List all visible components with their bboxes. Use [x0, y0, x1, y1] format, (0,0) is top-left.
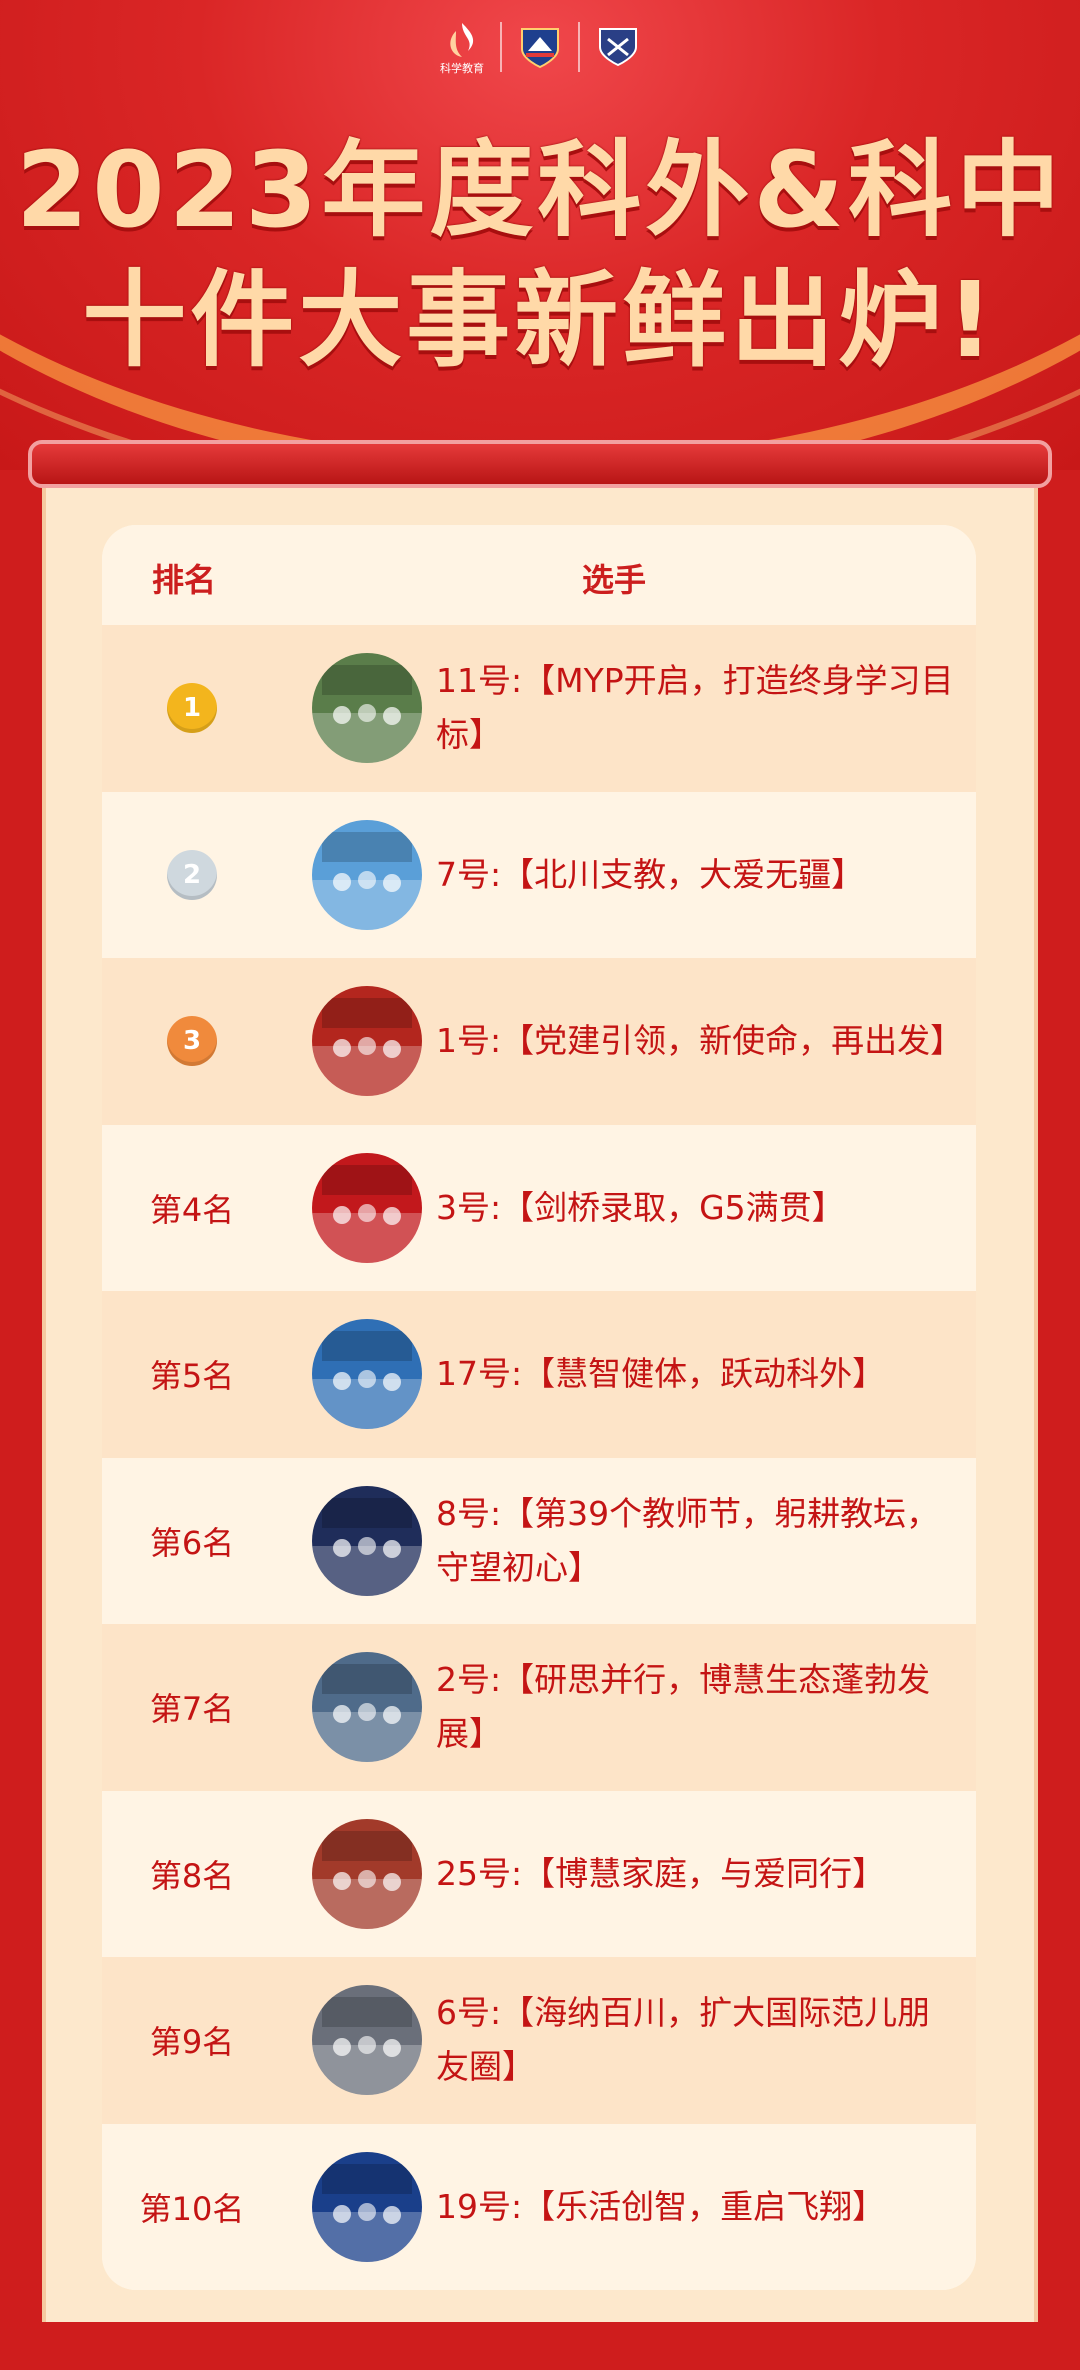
- entry-title: 17号:【慧智健体，跃动科外】: [436, 1354, 886, 1394]
- event-photo-thumbnail: [312, 1152, 422, 1263]
- rank-label: 第4名: [149, 1190, 235, 1229]
- rank-cell: 第8名: [102, 1791, 282, 1958]
- table-row: 第5名 17号:【慧智健体，跃动科外】: [102, 1291, 976, 1458]
- event-photo-thumbnail: [312, 986, 422, 1096]
- school-crest-icon: [521, 28, 559, 69]
- logo-bar: 科学教育: [0, 12, 1080, 82]
- rank-label: 第6名: [149, 1523, 235, 1562]
- entry-title: 7号:【北川支教，大爱无疆】: [436, 854, 865, 894]
- page-title-line2: 十件大事新鲜出炉!: [82, 259, 998, 381]
- bronze-medal-icon: 3: [167, 1016, 217, 1067]
- school-logo-3: [594, 25, 642, 69]
- entry-title: 11号:【MYP开启，打造终身学习目标】: [436, 661, 954, 755]
- rank-cell: 第10名: [102, 2124, 282, 2291]
- event-photo-thumbnail: [312, 819, 422, 930]
- school-logo-1: 科学教育: [438, 19, 486, 75]
- table-row: 第10名 19号:【乐活创智，重启飞翔】: [102, 2123, 976, 2291]
- rank-cell: 第7名: [102, 1624, 282, 1791]
- column-header-rank: 排名: [152, 561, 217, 599]
- event-photo-thumbnail: [312, 1319, 422, 1429]
- event-photo-thumbnail: [312, 653, 422, 763]
- rank-label: 第10名: [139, 2189, 245, 2228]
- event-photo-thumbnail: [312, 2151, 422, 2262]
- logo-divider: [500, 22, 502, 72]
- logo-divider: [578, 22, 580, 72]
- logo-caption: 科学教育: [440, 62, 484, 75]
- event-photo-thumbnail: [312, 1652, 422, 1762]
- table-row: 2 7号:【北川支教，大爱无疆】: [102, 791, 976, 959]
- table-row: 3 1号:【党建引领，新使命，再出发】: [102, 958, 976, 1125]
- hero-banner: 科学教育 2023年度科外&科中 十件大事新鲜出炉!: [0, 0, 1080, 470]
- page-title-line1: 2023年度科外&科中: [15, 129, 1065, 251]
- rank-cell: 1: [102, 625, 282, 792]
- rank-cell: 2: [102, 792, 282, 959]
- entry-title: 3号:【剑桥录取，G5满贯】: [436, 1187, 845, 1227]
- gold-medal-icon: 1: [167, 683, 217, 734]
- table-body: 1 11号:【MYP开启，打造终身学习目标】 2 7号:【北川支教，大爱无疆】 3 1号:…: [102, 625, 976, 2290]
- table-header: 排名 选手: [102, 525, 976, 625]
- table-row: 第9名 6号:【海纳百川，扩大国际范儿朋友圈】: [102, 1957, 976, 2124]
- silver-medal-icon: 2: [167, 849, 217, 900]
- flame-logo-icon: [450, 23, 474, 57]
- school-logo-2: [516, 25, 564, 69]
- rank-cell: 第5名: [102, 1291, 282, 1458]
- rank-cell: 3: [102, 958, 282, 1125]
- entry-title: 6号:【海纳百川，扩大国际范儿朋友圈】: [436, 1993, 931, 2087]
- entry-title: 8号:【第39个教师节，躬耕教坛，守望初心】: [436, 1493, 940, 1587]
- table-row: 第6名 8号:【第39个教师节，躬耕教坛，守望初心】: [102, 1457, 976, 1625]
- entry-title: 19号:【乐活创智，重启飞翔】: [436, 2186, 886, 2226]
- scroll-rod: [28, 440, 1052, 488]
- school-shield-icon: [599, 28, 637, 67]
- ranking-table: 排名 选手 1 11号:【MYP开启，打造终身学习目标】 2 7号:【北川支教，大爱无…: [102, 525, 976, 2290]
- table-row: 第4名 3号:【剑桥录取，G5满贯】: [102, 1124, 976, 1292]
- table-row: 第8名 25号:【博慧家庭，与爱同行】: [102, 1790, 976, 1958]
- rank-cell: 第9名: [102, 1957, 282, 2124]
- rank-cell: 第6名: [102, 1458, 282, 1625]
- event-photo-thumbnail: [312, 1818, 422, 1929]
- entry-title: 1号:【党建引领，新使命，再出发】: [436, 1021, 964, 1061]
- column-header-player: 选手: [582, 561, 647, 599]
- rank-label: 第5名: [149, 1357, 235, 1396]
- table-row: 1 11号:【MYP开启，打造终身学习目标】: [102, 625, 976, 792]
- rank-label: 第7名: [149, 1690, 235, 1729]
- table-row: 第7名 2号:【研思并行，博慧生态蓬勃发展】: [102, 1624, 976, 1791]
- event-photo-thumbnail: [312, 1985, 422, 2095]
- entry-title: 25号:【博慧家庭，与爱同行】: [436, 1853, 886, 1893]
- rank-label: 第8名: [149, 1856, 235, 1895]
- rank-cell: 第4名: [102, 1125, 282, 1292]
- entry-title: 2号:【研思并行，博慧生态蓬勃发展】: [436, 1660, 931, 1754]
- rank-label: 第9名: [149, 2023, 235, 2062]
- event-photo-thumbnail: [312, 1485, 422, 1596]
